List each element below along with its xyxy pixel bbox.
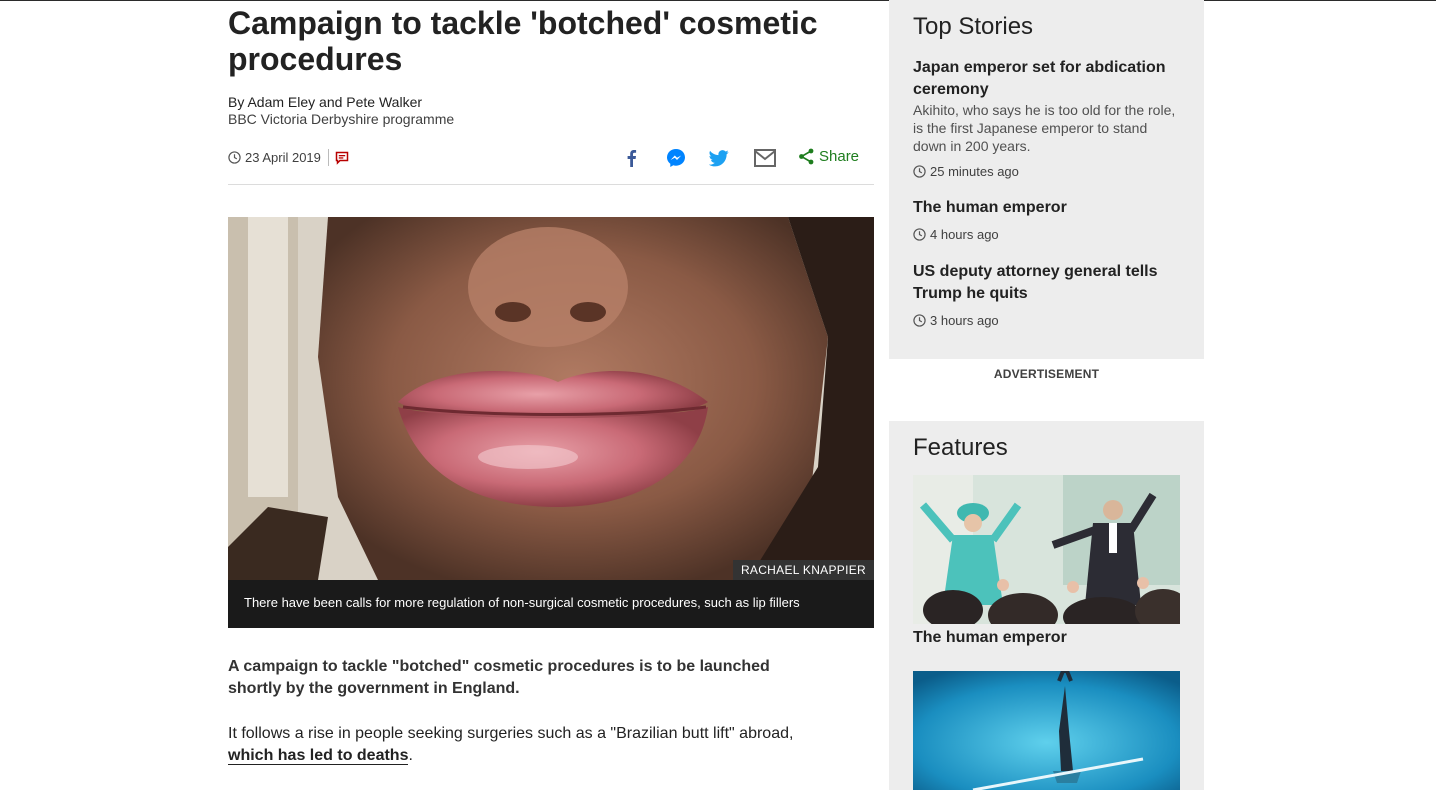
paragraph-end: .: [408, 747, 413, 764]
story-time: 25 minutes ago: [930, 164, 1019, 179]
top-border: [0, 0, 1436, 1]
advertisement-label: ADVERTISEMENT: [993, 367, 1100, 381]
story-item[interactable]: US deputy attorney general tells Trump h…: [913, 261, 1183, 328]
share-icon: [799, 148, 814, 165]
story-title[interactable]: US deputy attorney general tells Trump h…: [913, 261, 1183, 305]
story-time: 3 hours ago: [930, 313, 999, 328]
clock-icon: [228, 151, 241, 164]
story-item[interactable]: The human emperor 4 hours ago: [913, 197, 1183, 242]
article-body: A campaign to tackle "botched" cosmetic …: [228, 656, 808, 790]
article-figure: RACHAEL KNAPPIER There have been calls f…: [228, 217, 874, 628]
clock-icon: [913, 165, 926, 178]
top-stories-title: Top Stories: [913, 13, 1034, 40]
image-caption: There have been calls for more regulatio…: [244, 595, 800, 610]
story-timestamp: 4 hours ago: [913, 227, 1183, 242]
facebook-icon[interactable]: [620, 148, 642, 168]
story-summary: Akihito, who says he is too old for the …: [913, 102, 1176, 154]
divider: [228, 184, 874, 185]
messenger-icon[interactable]: [665, 148, 687, 168]
feature-image[interactable]: [913, 671, 1180, 790]
paragraph-text: It follows a rise in people seeking surg…: [228, 725, 794, 742]
page-title: Campaign to tackle 'botched' cosmetic pr…: [228, 5, 818, 77]
twitter-icon[interactable]: [708, 148, 730, 168]
story-timestamp: 3 hours ago: [913, 313, 1183, 328]
share-button[interactable]: Share: [798, 148, 859, 165]
article-date: 23 April 2019: [245, 150, 321, 165]
features-panel: Features The human emperor: [889, 421, 1204, 790]
article-lead: A campaign to tackle "botched" cosmetic …: [228, 658, 770, 697]
feature-title[interactable]: The human emperor: [913, 629, 1067, 647]
story-item[interactable]: Japan emperor set for abdication ceremon…: [913, 57, 1183, 179]
article-paragraph: It follows a rise in people seeking surg…: [228, 723, 808, 767]
deaths-link[interactable]: which has led to deaths: [228, 747, 409, 765]
story-title[interactable]: The human emperor: [913, 197, 1183, 219]
byline: By Adam Eley and Pete Walker BBC Victori…: [228, 94, 454, 128]
byline-authors: By Adam Eley and Pete Walker: [228, 94, 423, 110]
date-stamp: 23 April 2019: [228, 149, 349, 166]
article-meta: 23 April 2019 Share: [228, 148, 874, 168]
email-icon[interactable]: [752, 148, 778, 168]
image-credit: RACHAEL KNAPPIER: [732, 560, 874, 580]
story-title[interactable]: Japan emperor set for abdication ceremon…: [913, 57, 1183, 101]
meta-divider: [327, 149, 329, 166]
story-timestamp: 25 minutes ago: [913, 164, 1183, 179]
features-title: Features: [913, 434, 1008, 461]
story-time: 4 hours ago: [930, 227, 999, 242]
clock-icon: [913, 314, 926, 327]
article-photo: [228, 217, 874, 580]
clock-icon: [913, 228, 926, 241]
feature-image[interactable]: [913, 475, 1180, 624]
byline-programme: BBC Victoria Derbyshire programme: [228, 111, 455, 127]
top-stories-panel: Top Stories Japan emperor set for abdica…: [889, 0, 1204, 359]
comment-icon[interactable]: [335, 151, 349, 165]
share-label: Share: [819, 148, 860, 165]
